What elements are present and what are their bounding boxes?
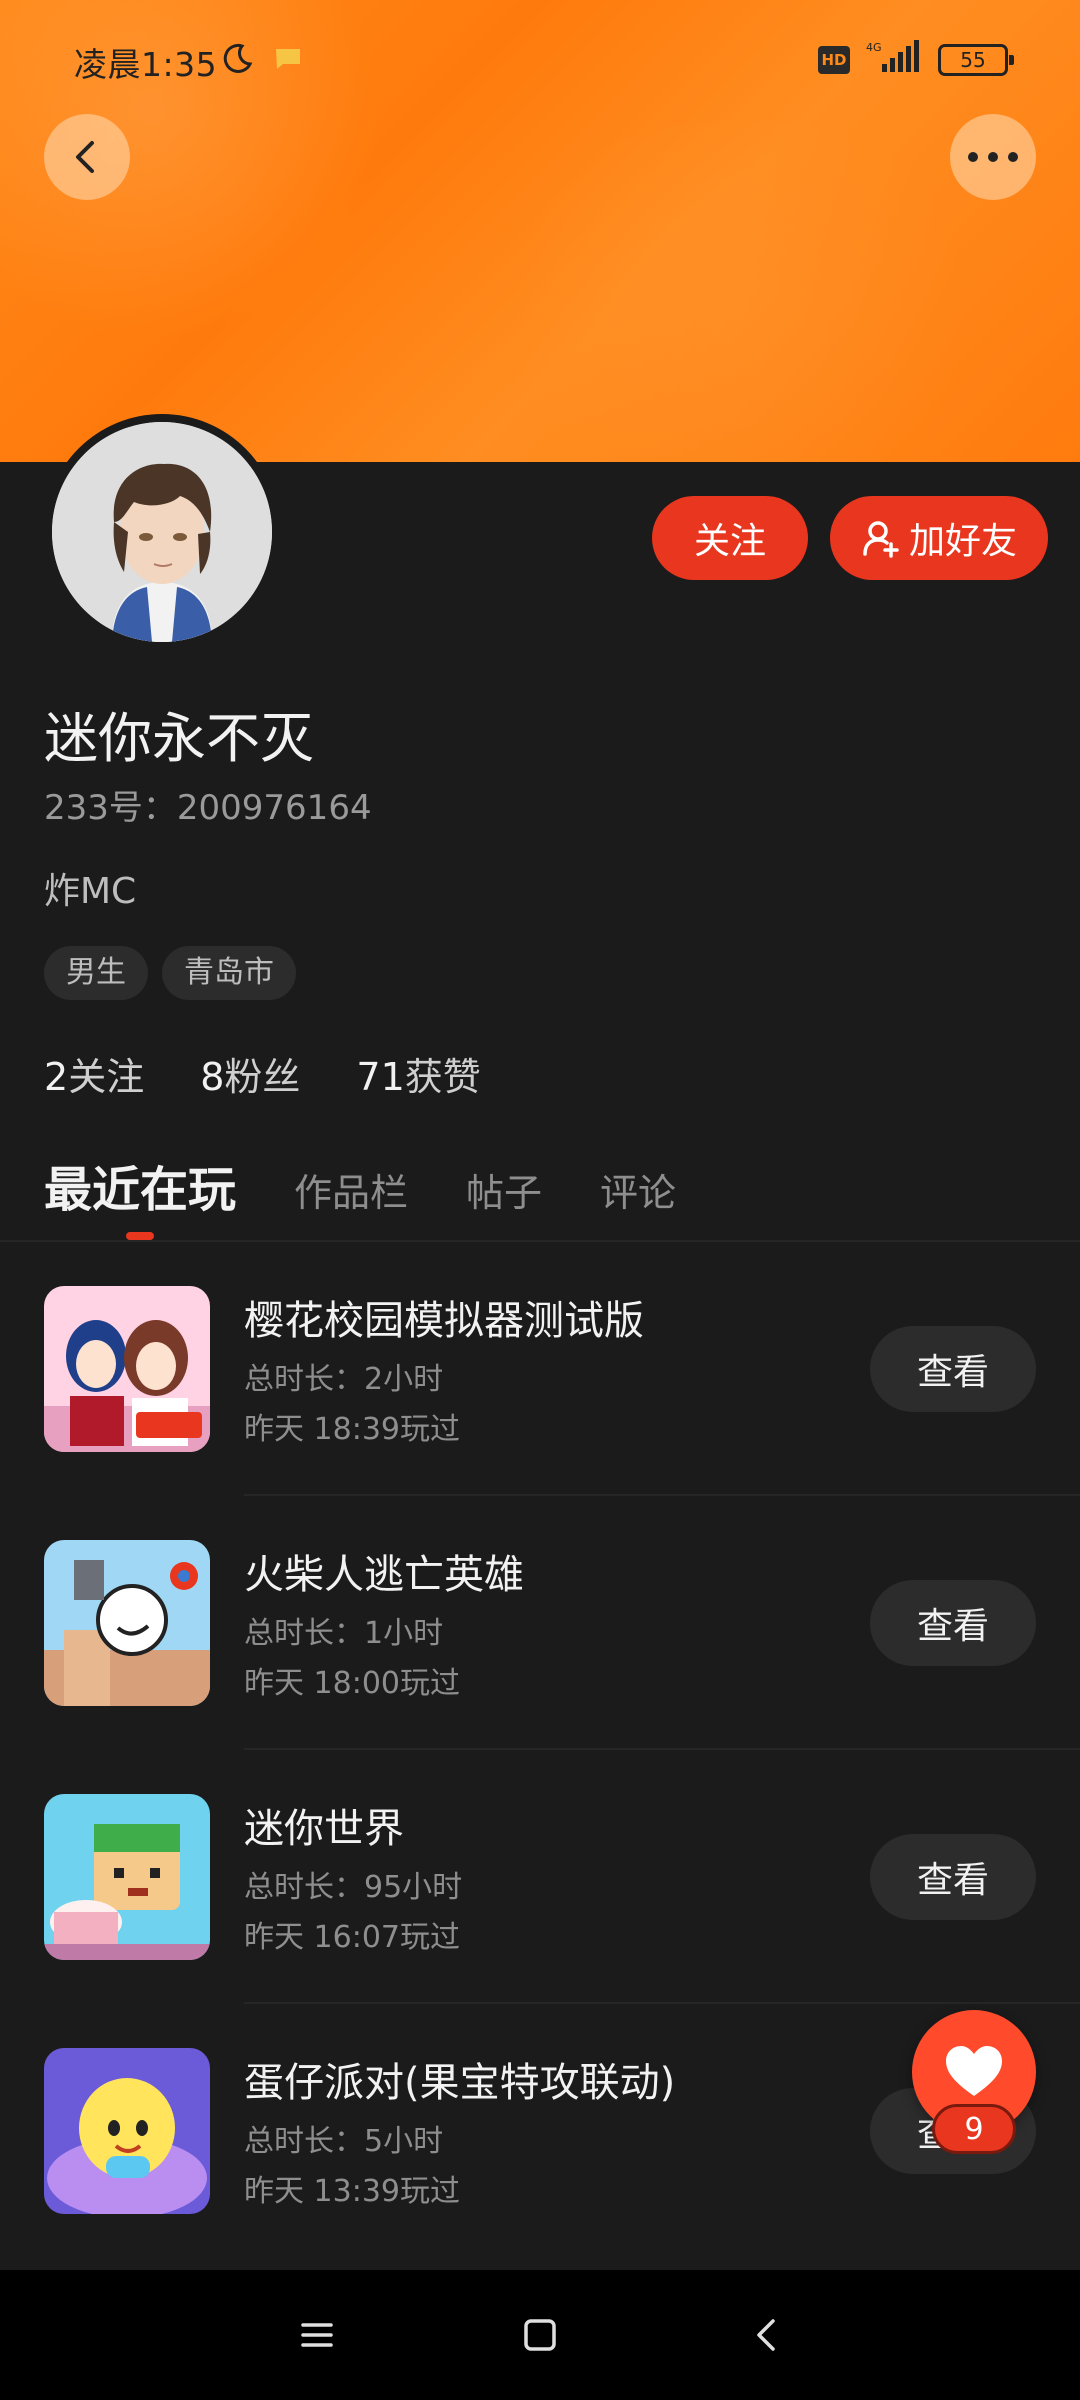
chevron-left-icon <box>76 141 94 173</box>
avatar[interactable] <box>44 414 280 650</box>
add-user-icon <box>863 521 899 558</box>
game-icon-sakura <box>44 1286 210 1452</box>
game-title: 迷你世界 <box>244 1806 404 1852</box>
stat-likes-num: 71 <box>356 1055 405 1099</box>
like-count-badge: 9 <box>932 2104 1016 2154</box>
add-friend-label: 加好友 <box>908 521 1017 562</box>
stat-following[interactable]: 2关注 <box>44 1046 144 1101</box>
list-item[interactable]: 迷你世界 总时长：95小时 昨天 16:07玩过 查看 <box>0 1750 1080 2004</box>
stat-likes: 71获赞 <box>356 1046 480 1101</box>
view-button[interactable]: 查看 <box>870 1326 1036 1412</box>
battery-icon: 55 <box>938 44 1014 76</box>
home-square-icon <box>524 2319 556 2351</box>
tab-comments[interactable]: 评论 <box>600 1162 676 1217</box>
tab-works[interactable]: 作品栏 <box>294 1162 408 1217</box>
stat-followers-label: 粉丝 <box>224 1055 301 1099</box>
stat-followers[interactable]: 8粉丝 <box>200 1046 300 1101</box>
tab-posts[interactable]: 帖子 <box>466 1162 542 1217</box>
game-duration: 总时长：1小时 <box>244 1616 444 1651</box>
profile-stats: 2关注 8粉丝 71获赞 <box>44 1046 481 1101</box>
tag-gender: 男生 <box>44 946 148 1000</box>
hd-icon: HD <box>818 46 850 74</box>
user-bio: 炸MC <box>44 871 137 912</box>
tag-city: 青岛市 <box>162 946 296 1000</box>
message-icon <box>276 49 300 69</box>
game-title: 樱花校园模拟器测试版 <box>244 1298 644 1344</box>
game-icon-eggy-party <box>44 2048 210 2214</box>
profile-screen: 凌晨1:35 HD 4G 55 关注 加好友 迷你永不灭 233号：200976… <box>0 0 1080 2400</box>
stat-following-num: 2 <box>44 1055 69 1099</box>
username: 迷你永不灭 <box>44 707 314 770</box>
stat-followers-num: 8 <box>200 1055 225 1099</box>
follow-button[interactable]: 关注 <box>652 496 808 580</box>
profile-tabs: 最近在玩 作品栏 帖子 评论 <box>44 1150 676 1220</box>
nav-menu-button[interactable] <box>290 2308 344 2362</box>
game-duration: 总时长：2小时 <box>244 1362 444 1397</box>
view-button[interactable]: 查看 <box>870 1834 1036 1920</box>
moon-icon <box>223 43 253 73</box>
user-id: 233号：200976164 <box>44 788 372 828</box>
status-bar: 凌晨1:35 HD 4G 55 <box>0 0 1080 120</box>
more-button[interactable] <box>950 114 1036 200</box>
recent-games-list: 樱花校园模拟器测试版 总时长：2小时 昨天 18:39玩过 查看 火柴人逃亡英雄… <box>0 1242 1080 2258</box>
status-time: 凌晨1:35 <box>74 45 218 84</box>
game-duration: 总时长：95小时 <box>244 1870 463 1905</box>
stat-likes-label: 获赞 <box>404 1055 481 1099</box>
game-last-played: 昨天 13:39玩过 <box>244 2174 460 2209</box>
game-last-played: 昨天 18:39玩过 <box>244 1412 460 1447</box>
tab-active-indicator <box>126 1232 154 1240</box>
signal-icon: 4G <box>866 40 919 72</box>
avatar-image <box>52 422 272 642</box>
game-icon-mini-world <box>44 1794 210 1960</box>
game-title: 火柴人逃亡英雄 <box>244 1552 524 1598</box>
menu-icon <box>301 2323 333 2347</box>
add-friend-button[interactable]: 加好友 <box>830 496 1048 580</box>
nav-back-button[interactable] <box>740 2308 794 2362</box>
list-item[interactable]: 樱花校园模拟器测试版 总时长：2小时 昨天 18:39玩过 查看 <box>0 1242 1080 1496</box>
back-button[interactable] <box>44 114 130 200</box>
list-item[interactable]: 火柴人逃亡英雄 总时长：1小时 昨天 18:00玩过 查看 <box>0 1496 1080 1750</box>
game-duration: 总时长：5小时 <box>244 2124 444 2159</box>
profile-tags: 男生 青岛市 <box>44 946 296 1000</box>
game-icon-stickman <box>44 1540 210 1706</box>
game-title: 蛋仔派对(果宝特攻联动) <box>244 2060 676 2106</box>
game-last-played: 昨天 18:00玩过 <box>244 1666 460 1701</box>
heart-icon <box>946 2046 1002 2096</box>
more-dots-icon <box>968 152 1018 162</box>
view-button[interactable]: 查看 <box>870 1580 1036 1666</box>
svg-text:4G: 4G <box>866 41 882 54</box>
system-nav-bar <box>0 2270 1080 2400</box>
nav-home-button[interactable] <box>513 2308 567 2362</box>
tab-recently-played[interactable]: 最近在玩 <box>44 1150 236 1220</box>
follow-label: 关注 <box>693 521 766 562</box>
stat-following-label: 关注 <box>68 1055 145 1099</box>
game-last-played: 昨天 16:07玩过 <box>244 1920 460 1955</box>
battery-level: 55 <box>960 48 986 72</box>
list-item[interactable]: 蛋仔派对(果宝特攻联动) 总时长：5小时 昨天 13:39玩过 查看 <box>0 2004 1080 2258</box>
avatar-illustration <box>52 422 272 642</box>
back-triangle-icon <box>757 2319 775 2351</box>
